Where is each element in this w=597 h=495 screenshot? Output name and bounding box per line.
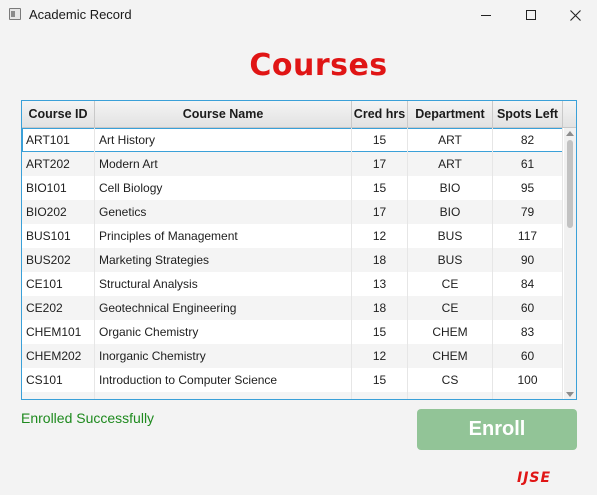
table-cell: Organic Chemistry bbox=[95, 320, 352, 344]
scroll-thumb[interactable] bbox=[567, 140, 573, 228]
close-icon bbox=[569, 9, 581, 21]
table-cell: 117 bbox=[493, 224, 563, 248]
table-cell: 100 bbox=[493, 368, 563, 392]
table-cell: Inorganic Chemistry bbox=[95, 344, 352, 368]
maximize-icon bbox=[526, 10, 536, 20]
table-cell: Introduction to Computer Science bbox=[95, 368, 352, 392]
table-row[interactable]: CHEM202 Inorganic Chemistry 12 CHEM 60 bbox=[22, 344, 563, 368]
table-row[interactable]: ART202 Modern Art 17 ART 61 bbox=[22, 152, 563, 176]
app-icon bbox=[9, 8, 21, 20]
table-cell: Cell Biology bbox=[95, 176, 352, 200]
table-header: Course ID Course Name Cred hrs Departmen… bbox=[22, 101, 576, 128]
table-cell: 84 bbox=[493, 272, 563, 296]
table-cell: 12 bbox=[352, 344, 408, 368]
table-cell: 83 bbox=[493, 320, 563, 344]
table-cell: Structural Analysis bbox=[95, 272, 352, 296]
table-cell: 61 bbox=[493, 152, 563, 176]
table-row[interactable]: CHEM101 Organic Chemistry 15 CHEM 83 bbox=[22, 320, 563, 344]
table-cell: 95 bbox=[493, 176, 563, 200]
table-row[interactable]: BIO202 Genetics 17 BIO 79 bbox=[22, 200, 563, 224]
table-cell: CS bbox=[408, 392, 493, 399]
ijse-logo: IJSE bbox=[517, 470, 552, 486]
table-cell: 12 bbox=[352, 224, 408, 248]
table-cell: BIO bbox=[408, 200, 493, 224]
table-cell: 16 bbox=[352, 392, 408, 399]
table-cell: 18 bbox=[352, 248, 408, 272]
status-message: Enrolled Successfully bbox=[21, 410, 155, 426]
table-cell: BUS202 bbox=[22, 248, 95, 272]
table-cell: BIO202 bbox=[22, 200, 95, 224]
title-bar: Academic Record bbox=[0, 0, 597, 30]
table-cell: Modern Art bbox=[95, 152, 352, 176]
table-cell: 82 bbox=[493, 128, 563, 152]
scroll-down-arrow-icon[interactable] bbox=[566, 392, 574, 397]
table-cell: ART101 bbox=[22, 128, 95, 152]
column-header-course-id[interactable]: Course ID bbox=[22, 101, 95, 127]
table-cell: 15 bbox=[352, 128, 408, 152]
table-cell: Genetics bbox=[95, 200, 352, 224]
table-cell: BUS bbox=[408, 248, 493, 272]
table-cell: CHEM101 bbox=[22, 320, 95, 344]
scroll-up-arrow-icon[interactable] bbox=[566, 131, 574, 136]
table-row[interactable]: BIO101 Cell Biology 15 BIO 95 bbox=[22, 176, 563, 200]
table-cell: Art History bbox=[95, 128, 352, 152]
column-header-filler bbox=[563, 101, 576, 127]
table-cell: BUS101 bbox=[22, 224, 95, 248]
maximize-button[interactable] bbox=[508, 0, 554, 30]
column-header-spots-left[interactable]: Spots Left bbox=[493, 101, 563, 127]
table-body: ART101 Art History 15 ART 82 ART202 Modern Art… bbox=[22, 128, 563, 399]
table-cell: ART202 bbox=[22, 152, 95, 176]
enroll-button[interactable]: Enroll bbox=[417, 409, 577, 450]
table-cell: 79 bbox=[493, 200, 563, 224]
table-cell: Marketing Strategies bbox=[95, 248, 352, 272]
table-cell: BIO bbox=[408, 176, 493, 200]
table-cell: 90 bbox=[493, 392, 563, 399]
table-cell: CS201 bbox=[22, 392, 95, 399]
table-cell: 17 bbox=[352, 152, 408, 176]
table-cell: ART bbox=[408, 152, 493, 176]
table-row[interactable]: CE101 Structural Analysis 13 CE 84 bbox=[22, 272, 563, 296]
table-cell: CE bbox=[408, 296, 493, 320]
table-cell: 17 bbox=[352, 200, 408, 224]
minimize-button[interactable] bbox=[463, 0, 509, 30]
app-window: Academic Record Courses Course ID Course… bbox=[0, 0, 597, 495]
vertical-scrollbar[interactable] bbox=[564, 128, 576, 399]
table-cell: 60 bbox=[493, 296, 563, 320]
table-row[interactable]: BUS202 Marketing Strategies 18 BUS 90 bbox=[22, 248, 563, 272]
table-cell: Data Structures bbox=[95, 392, 352, 399]
table-cell: CS101 bbox=[22, 368, 95, 392]
table-cell: Principles of Management bbox=[95, 224, 352, 248]
table-cell: ART bbox=[408, 128, 493, 152]
page-title: Courses bbox=[249, 48, 388, 83]
table-row[interactable]: ART101 Art History 15 ART 82 bbox=[22, 128, 563, 152]
table-row[interactable]: CE202 Geotechnical Engineering 18 CE 60 bbox=[22, 296, 563, 320]
courses-table[interactable]: Course ID Course Name Cred hrs Departmen… bbox=[21, 100, 577, 400]
column-header-department[interactable]: Department bbox=[408, 101, 493, 127]
window-title: Academic Record bbox=[29, 7, 132, 22]
table-row[interactable]: BUS101 Principles of Management 12 BUS 117 bbox=[22, 224, 563, 248]
table-cell: CE101 bbox=[22, 272, 95, 296]
minimize-icon bbox=[481, 14, 491, 16]
table-row[interactable]: CS201Data Structures16CS90 bbox=[22, 392, 563, 399]
table-cell: CHEM bbox=[408, 344, 493, 368]
table-cell: CS bbox=[408, 368, 493, 392]
column-header-cred-hrs[interactable]: Cred hrs bbox=[352, 101, 408, 127]
table-cell: CE202 bbox=[22, 296, 95, 320]
table-cell: 60 bbox=[493, 344, 563, 368]
close-button[interactable] bbox=[552, 0, 597, 30]
table-cell: Geotechnical Engineering bbox=[95, 296, 352, 320]
table-cell: BUS bbox=[408, 224, 493, 248]
table-cell: CE bbox=[408, 272, 493, 296]
table-cell: BIO101 bbox=[22, 176, 95, 200]
column-header-course-name[interactable]: Course Name bbox=[95, 101, 352, 127]
table-cell: 15 bbox=[352, 368, 408, 392]
table-cell: CHEM bbox=[408, 320, 493, 344]
table-cell: 18 bbox=[352, 296, 408, 320]
table-cell: 15 bbox=[352, 320, 408, 344]
table-cell: CHEM202 bbox=[22, 344, 95, 368]
table-cell: 90 bbox=[493, 248, 563, 272]
table-row[interactable]: CS101 Introduction to Computer Science 15 C… bbox=[22, 368, 563, 392]
table-cell: 13 bbox=[352, 272, 408, 296]
table-cell: 15 bbox=[352, 176, 408, 200]
